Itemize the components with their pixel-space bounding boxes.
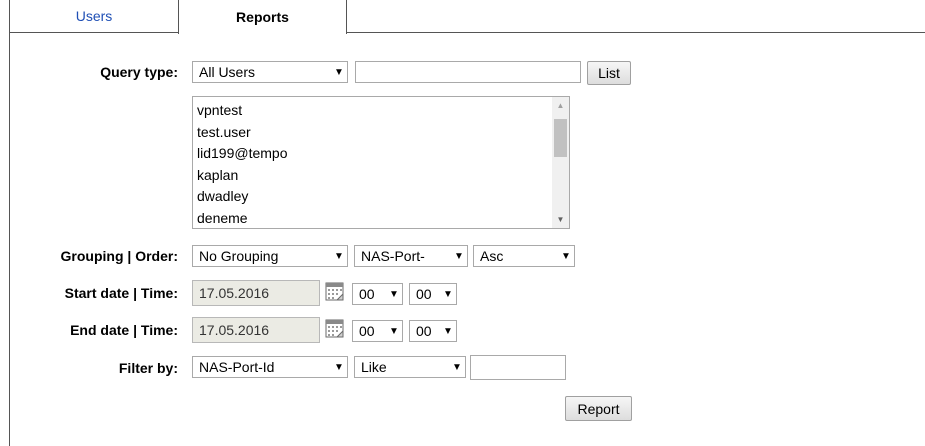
dropdown-arrow-icon: ▼ bbox=[334, 66, 344, 78]
dropdown-arrow-icon: ▼ bbox=[443, 325, 453, 337]
start-minute-select[interactable]: 00 ▼ bbox=[409, 283, 457, 305]
tab-reports[interactable]: Reports bbox=[178, 0, 347, 34]
list-item[interactable]: lid199@tempo bbox=[193, 143, 551, 165]
scroll-up-icon[interactable]: ▲ bbox=[552, 97, 569, 114]
filter-by-label: Filter by: bbox=[118, 360, 178, 376]
filter-field-value: NAS-Port-Id bbox=[199, 359, 275, 375]
dropdown-arrow-icon: ▼ bbox=[454, 250, 464, 262]
users-list: vpntest test.user lid199@tempo kaplan dw… bbox=[193, 100, 551, 229]
filter-operator-value: Like bbox=[361, 359, 387, 375]
scroll-down-icon[interactable]: ▼ bbox=[552, 211, 569, 228]
start-hour-select[interactable]: 00 ▼ bbox=[352, 283, 403, 305]
end-date-input[interactable]: 17.05.2016 bbox=[192, 317, 320, 343]
list-item[interactable]: vpntest bbox=[193, 100, 551, 122]
list-item[interactable]: deneme bbox=[193, 208, 551, 229]
order-direction-value: Asc bbox=[480, 248, 504, 264]
scrollbar-thumb[interactable] bbox=[554, 119, 567, 157]
order-field-select[interactable]: NAS-Port- ▼ bbox=[354, 245, 468, 267]
order-field-value: NAS-Port- bbox=[361, 248, 425, 264]
list-item[interactable]: dwadley bbox=[193, 186, 551, 208]
dropdown-arrow-icon: ▼ bbox=[561, 250, 571, 262]
end-minute-select[interactable]: 00 ▼ bbox=[409, 320, 457, 342]
users-listbox[interactable]: vpntest test.user lid199@tempo kaplan dw… bbox=[192, 96, 570, 229]
grouping-value: No Grouping bbox=[199, 248, 279, 264]
calendar-icon[interactable] bbox=[325, 319, 345, 339]
list-item[interactable]: test.user bbox=[193, 122, 551, 144]
start-minute-value: 00 bbox=[416, 286, 432, 302]
end-hour-value: 00 bbox=[359, 323, 375, 339]
query-type-value: All Users bbox=[199, 64, 256, 80]
start-date-label: Start date | Time: bbox=[64, 285, 178, 301]
start-date-input[interactable]: 17.05.2016 bbox=[192, 280, 320, 306]
tab-reports-label: Reports bbox=[236, 9, 289, 25]
panel-left-border bbox=[9, 32, 10, 446]
dropdown-arrow-icon: ▼ bbox=[452, 361, 462, 373]
dropdown-arrow-icon: ▼ bbox=[443, 288, 453, 300]
query-text-input[interactable] bbox=[355, 61, 581, 83]
grouping-order-label: Grouping | Order: bbox=[60, 248, 178, 264]
dropdown-arrow-icon: ▼ bbox=[389, 288, 399, 300]
listbox-scrollbar[interactable]: ▲ ▼ bbox=[552, 97, 569, 228]
order-direction-select[interactable]: Asc ▼ bbox=[473, 245, 575, 267]
dropdown-arrow-icon: ▼ bbox=[389, 325, 399, 337]
filter-field-select[interactable]: NAS-Port-Id ▼ bbox=[192, 356, 348, 378]
filter-operator-select[interactable]: Like ▼ bbox=[354, 356, 466, 378]
report-button[interactable]: Report bbox=[565, 396, 632, 421]
dropdown-arrow-icon: ▼ bbox=[334, 250, 344, 262]
list-item[interactable]: kaplan bbox=[193, 165, 551, 187]
tab-users-label: Users bbox=[75, 8, 113, 24]
panel-top-border bbox=[347, 32, 925, 33]
end-minute-value: 00 bbox=[416, 323, 432, 339]
tab-users[interactable]: Users bbox=[9, 0, 178, 33]
query-type-select[interactable]: All Users ▼ bbox=[192, 61, 348, 83]
grouping-select[interactable]: No Grouping ▼ bbox=[192, 245, 348, 267]
calendar-icon[interactable] bbox=[325, 282, 345, 302]
query-type-label: Query type: bbox=[100, 64, 178, 80]
filter-text-input[interactable] bbox=[470, 355, 566, 380]
start-hour-value: 00 bbox=[359, 286, 375, 302]
dropdown-arrow-icon: ▼ bbox=[334, 361, 344, 373]
end-date-label: End date | Time: bbox=[70, 322, 178, 338]
list-button[interactable]: List bbox=[587, 61, 631, 85]
end-hour-select[interactable]: 00 ▼ bbox=[352, 320, 403, 342]
